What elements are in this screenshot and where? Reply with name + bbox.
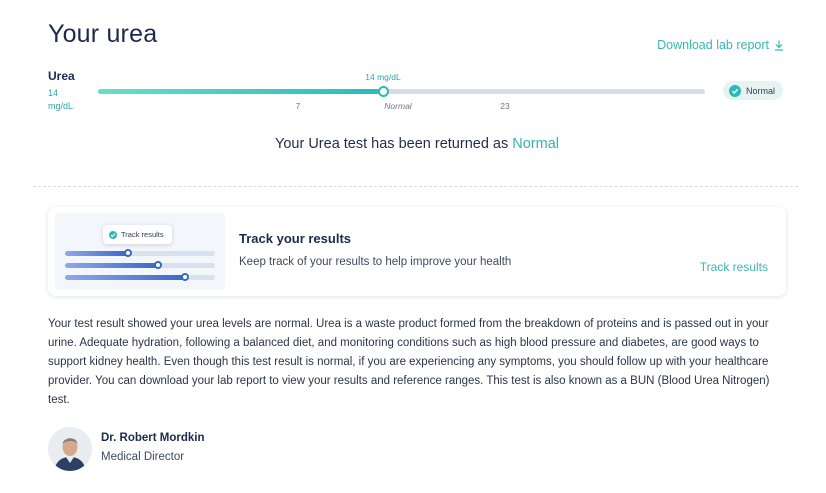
illustration-bar-thumb [154, 261, 162, 269]
range-tick-current: Normal [384, 101, 412, 111]
result-description: Your test result showed your urea levels… [48, 318, 770, 406]
track-results-subtitle: Keep track of your results to help impro… [239, 256, 512, 268]
track-results-pill: Track results [103, 225, 172, 244]
page-title: Your urea [48, 20, 158, 48]
track-results-link[interactable]: Track results [700, 260, 768, 274]
range-tick-low: 7 [295, 101, 301, 111]
check-circle-icon [729, 84, 741, 97]
result-range-fill [98, 89, 383, 94]
illustration-bar [65, 273, 215, 281]
illustration-bar [65, 261, 215, 269]
track-results-illustration: Track results [55, 213, 225, 290]
track-results-pill-label: Track results [121, 230, 164, 239]
test-value-unit: mg/dL [48, 101, 74, 111]
status-badge: Normal [723, 81, 784, 100]
download-lab-report-link[interactable]: Download lab report [657, 38, 784, 52]
track-results-card: Track results Track your results Keep tr… [48, 207, 786, 296]
summary-status: Normal [512, 136, 559, 152]
track-results-title: Track your results [239, 231, 351, 246]
result-range-bar: 14 mg/dL 7 Normal 23 [98, 72, 705, 111]
download-label: Download lab report [657, 38, 769, 52]
illustration-bar-fill [65, 275, 185, 280]
result-marker [378, 86, 389, 97]
illustration-bar-thumb [181, 273, 189, 281]
test-value-number: 14 [48, 88, 59, 98]
illustration-bar-thumb [124, 249, 132, 257]
illustration-bar-fill [65, 251, 128, 256]
section-divider [33, 186, 798, 187]
test-value-label: 14 mg/dL [48, 87, 88, 113]
check-circle-icon [109, 230, 117, 239]
range-tick-high: 23 [500, 101, 510, 111]
doctor-avatar [48, 427, 92, 471]
illustration-bar-fill [65, 263, 158, 268]
illustration-bar [65, 249, 215, 257]
result-summary: Your Urea test has been returned as Norm… [0, 136, 826, 152]
download-arrow-icon [775, 40, 783, 51]
result-value-bubble: 14 mg/dL [365, 72, 401, 82]
doctor-role: Medical Director [101, 451, 185, 463]
status-badge-label: Normal [746, 85, 776, 96]
summary-prefix: Your Urea test has been returned as [275, 136, 509, 152]
doctor-name: Dr. Robert Mordkin [101, 432, 205, 444]
test-name-label: Urea [48, 69, 75, 83]
